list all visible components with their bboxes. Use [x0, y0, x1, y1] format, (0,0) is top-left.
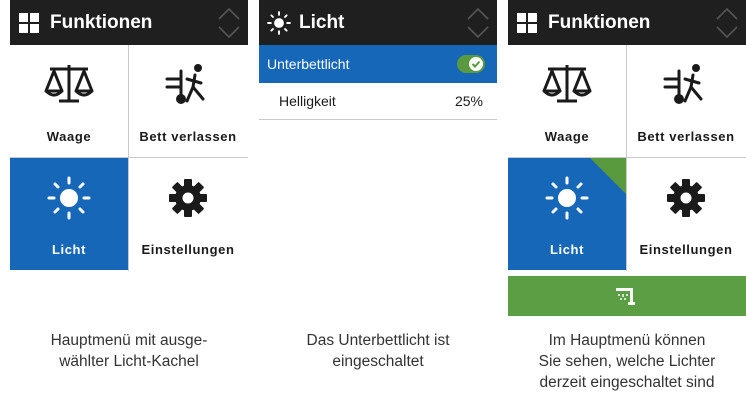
list-item-helligkeit[interactable]: Helligkeit 25%: [259, 83, 497, 120]
main-menu-panel-lights-status: Funktionen Waage Bett verlassen Licht Ei…: [508, 0, 746, 316]
caption-panel1: Hauptmenü mit ausge- wählter Licht-Kache…: [10, 330, 248, 372]
tile-label: Einstellungen: [639, 242, 733, 257]
tile-label: Waage: [544, 129, 590, 144]
grid-divider: [626, 45, 627, 271]
function-grid: Waage Bett verlassen Licht Einstellungen: [508, 45, 746, 271]
tile-label: Licht: [51, 242, 87, 257]
tile-licht[interactable]: Licht: [10, 158, 128, 270]
tile-licht[interactable]: Licht: [508, 158, 626, 270]
grid-icon: [19, 13, 39, 33]
check-icon: [469, 57, 483, 71]
bed-exit-icon: [663, 64, 703, 104]
tile-einstellungen[interactable]: Einstellungen: [129, 158, 247, 270]
tile-label: Bett verlassen: [637, 129, 735, 144]
tile-label: Bett verlassen: [139, 129, 237, 144]
caption-panel3: Im Hauptmenü können Sie sehen, welche Li…: [508, 330, 746, 393]
gear-icon: [169, 179, 207, 217]
tile-waage[interactable]: Waage: [508, 45, 626, 157]
scale-icon: [542, 65, 592, 103]
grid-divider: [10, 157, 248, 158]
header-title: Licht: [299, 12, 345, 33]
tile-label: Einstellungen: [141, 242, 235, 257]
caption-line: Hauptmenü mit ausge-: [50, 332, 208, 349]
grid-divider: [508, 157, 746, 158]
header-bar: Licht: [259, 0, 497, 45]
caption-line: eingeschaltet: [332, 353, 424, 370]
list-item-label: Unterbettlicht: [267, 56, 350, 72]
tile-label: Waage: [46, 129, 92, 144]
gear-icon: [667, 179, 705, 217]
caption-line: Das Unterbettlicht ist: [306, 332, 450, 349]
tile-label: Licht: [549, 242, 585, 257]
sun-icon: [545, 176, 589, 220]
bed-exit-icon: [165, 64, 205, 104]
caption-line: derzeit eingeschaltet sind: [539, 374, 715, 391]
header-bar: Funktionen: [508, 0, 746, 45]
sun-icon: [267, 11, 291, 35]
scroll-arrows-icon[interactable]: [714, 5, 740, 41]
caption-line: wählter Licht-Kachel: [59, 353, 199, 370]
caption-line: Sie sehen, welche Lichter: [538, 353, 716, 370]
list-item-label: Helligkeit: [279, 93, 336, 109]
main-menu-panel-selected-light: Funktionen Waage Bett verlassen Licht Ei…: [10, 0, 248, 271]
grid-icon: [517, 13, 537, 33]
header-title: Funktionen: [50, 12, 153, 33]
scale-icon: [44, 65, 94, 103]
tile-waage[interactable]: Waage: [10, 45, 128, 157]
active-lights-status-bar[interactable]: [508, 276, 746, 316]
sun-icon: [47, 176, 91, 220]
header-bar: Funktionen: [10, 0, 248, 45]
tile-bett-verlassen[interactable]: Bett verlassen: [627, 45, 745, 157]
scroll-arrows-icon[interactable]: [216, 5, 242, 41]
underbed-light-icon: [616, 288, 635, 305]
grid-divider: [128, 45, 129, 271]
unterbettlicht-toggle[interactable]: [457, 55, 485, 73]
tile-bett-verlassen[interactable]: Bett verlassen: [129, 45, 247, 157]
header-title: Funktionen: [548, 12, 651, 33]
brightness-value: 25%: [454, 93, 483, 109]
caption-panel2: Das Unterbettlicht ist eingeschaltet: [259, 330, 497, 372]
function-grid: Waage Bett verlassen Licht Einstellungen: [10, 45, 248, 271]
caption-line: Im Hauptmenü können: [548, 332, 706, 349]
list-item-unterbettlicht[interactable]: Unterbettlicht: [259, 45, 497, 83]
scroll-arrows-icon[interactable]: [465, 5, 491, 41]
light-settings-panel: Licht Unterbettlicht Helligkeit 25%: [259, 0, 497, 120]
tile-einstellungen[interactable]: Einstellungen: [627, 158, 745, 270]
